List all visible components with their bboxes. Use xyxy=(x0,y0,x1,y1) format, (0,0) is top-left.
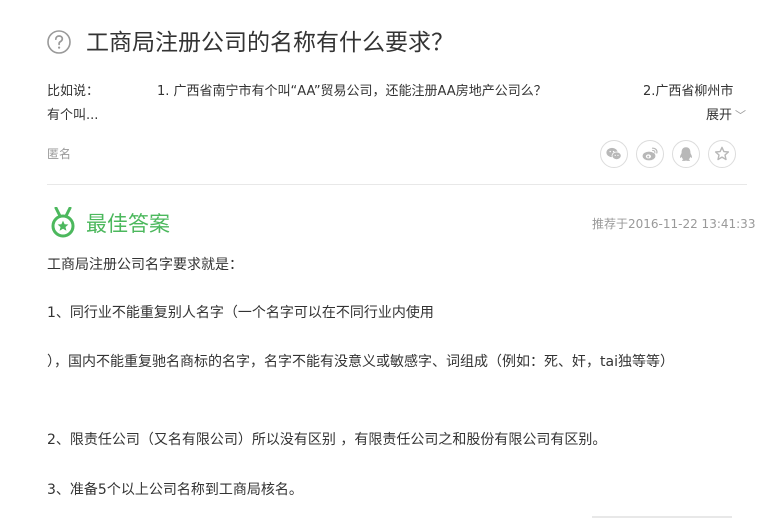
favorite-star-icon xyxy=(714,146,730,161)
question-desc-part2: 2.广西省柳州市 xyxy=(643,84,734,99)
answer-paragraph: 3、准备5个以上公司名称到工商局核名。 xyxy=(47,482,303,498)
expand-label: 展开 xyxy=(706,108,733,123)
question-desc-part3: 有个叫... xyxy=(47,108,99,123)
answer-paragraph: 工商局注册公司名字要求就是： xyxy=(47,257,243,273)
question-mark-icon xyxy=(47,30,71,54)
weibo-icon xyxy=(642,147,658,161)
favorite-button[interactable] xyxy=(708,140,736,168)
best-answer-medal-icon xyxy=(51,207,75,238)
question-desc-label: 比如说： xyxy=(47,84,100,99)
question-desc-part1: 1. 广西省南宁市有个叫“AA”贸易公司，还能注册AA房地产公司么？ xyxy=(157,84,547,99)
share-wechat-button[interactable] xyxy=(600,140,628,168)
expand-button[interactable]: 展开 ﹀ xyxy=(706,106,746,126)
answer-paragraph: 1、同行业不能重复别人名字（一个名字可以在不同行业内使用 xyxy=(47,305,434,321)
recommended-timestamp: 推荐于2016-11-22 13:41:33 xyxy=(592,217,756,231)
share-weibo-button[interactable] xyxy=(636,140,664,168)
qq-icon xyxy=(680,147,692,161)
chevron-down-icon: ﹀ xyxy=(735,109,747,122)
asker-name: 匿名 xyxy=(47,147,72,161)
answer-paragraph: 2、限责任公司（又名有限公司）所以没有区别 ，有限责任公司之和股份有限公司有区别… xyxy=(47,432,607,448)
best-answer-title: 最佳答案 xyxy=(86,212,170,236)
wechat-icon xyxy=(606,147,622,160)
section-divider xyxy=(47,184,747,185)
question-title: 工商局注册公司的名称有什么要求？ xyxy=(86,30,454,56)
answer-paragraph: ），国内不能重复驰名商标的名字，名字不能有没意义或敏感字、词组成（例如：死、奸，… xyxy=(47,354,674,370)
share-qq-button[interactable] xyxy=(672,140,700,168)
question-page: 工商局注册公司的名称有什么要求？ 比如说： 1. 广西省南宁市有个叫“AA”贸易… xyxy=(0,0,781,518)
